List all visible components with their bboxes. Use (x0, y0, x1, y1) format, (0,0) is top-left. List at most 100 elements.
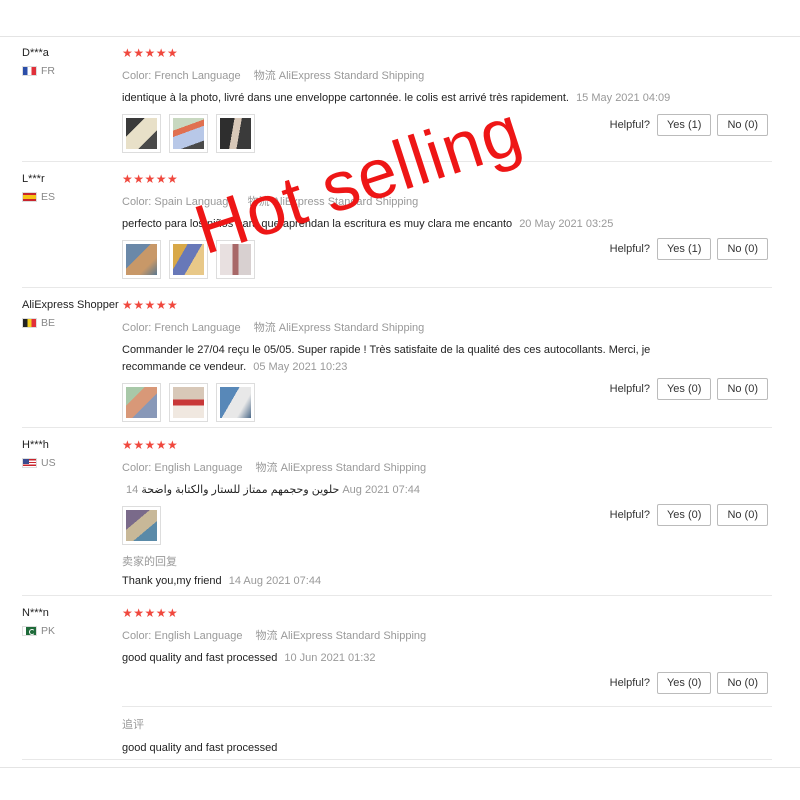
helpful-yes-button[interactable]: Yes (0) (656, 504, 712, 526)
helpful-yes-button[interactable]: Yes (0) (656, 378, 712, 400)
shipping-method: AliExpress Standard Shipping (272, 196, 419, 208)
helpful-yes-button[interactable]: Yes (1) (656, 238, 712, 260)
photo-image (173, 387, 204, 418)
shipping-label: 物流 (255, 630, 278, 642)
reviewer-name: N***n (22, 607, 49, 619)
helpful-no-button[interactable]: No (0) (717, 504, 768, 526)
star-rating: ★★★★★ (122, 438, 179, 452)
shipping-method: AliExpress Standard Shipping (280, 630, 427, 642)
country-code: BE (41, 317, 56, 329)
reviewer-country: PK (22, 625, 122, 637)
review-text: Commander le 27/04 reçu le 05/05. Super … (122, 344, 651, 373)
color-value: Spain Language (154, 196, 235, 208)
helpful-voting: Helpful? Yes (1) No (0) (610, 114, 768, 136)
photo-image (126, 387, 157, 418)
review-photo-thumbnail[interactable] (169, 240, 208, 279)
followup-label: 追评 (122, 719, 144, 731)
helpful-voting: Helpful? Yes (0) No (0) (610, 378, 768, 400)
shipping-method: AliExpress Standard Shipping (278, 322, 425, 334)
review-date: 15 May 2021 04:09 (576, 92, 671, 104)
color-value: French Language (154, 322, 241, 334)
seller-reply-label: 卖家的回复 (122, 556, 177, 568)
shipping-label: 物流 (247, 196, 270, 208)
reviewer-info: L***r ES (22, 172, 122, 203)
shipping-method: AliExpress Standard Shipping (280, 462, 427, 474)
helpful-yes-button[interactable]: Yes (0) (656, 672, 712, 694)
photo-image (126, 510, 157, 541)
reviewer-info: D***a FR (22, 46, 122, 77)
review-content: ★★★★★ Color: French Language 物流 AliExpre… (122, 46, 682, 153)
country-code: FR (41, 65, 55, 77)
review-date: 05 May 2021 10:23 (253, 361, 348, 373)
country-code: US (41, 457, 56, 469)
review-photo-thumbnail[interactable] (216, 240, 255, 279)
reviewer-country: US (22, 457, 122, 469)
color-label: Color: (122, 322, 152, 334)
followup-review: 追评 good quality and fast processed (122, 716, 682, 754)
review-photo-thumbnail[interactable] (169, 114, 208, 153)
reviewer-info: AliExpress Shopper BE (22, 298, 122, 329)
helpful-voting: Helpful? Yes (0) No (0) (610, 504, 768, 526)
helpful-no-button[interactable]: No (0) (717, 378, 768, 400)
review-photo-thumbnail[interactable] (216, 383, 255, 422)
review-text-line: حلوين وحجمهم ممتاز للستار والكتابة واضحة… (122, 482, 682, 499)
reviewer-country: ES (22, 191, 122, 203)
review-meta: Color: Spain Language 物流 AliExpress Stan… (122, 193, 682, 209)
helpful-yes-button[interactable]: Yes (1) (656, 114, 712, 136)
flag-pk-icon (22, 626, 37, 636)
review-photos (122, 506, 682, 545)
review-meta: Color: French Language 物流 AliExpress Sta… (122, 319, 682, 335)
helpful-no-button[interactable]: No (0) (717, 114, 768, 136)
review-photo-thumbnail[interactable] (122, 383, 161, 422)
reviewer-name: AliExpress Shopper (22, 299, 119, 311)
review-photo-thumbnail[interactable] (216, 114, 255, 153)
helpful-label: Helpful? (609, 383, 650, 395)
star-rating: ★★★★★ (122, 172, 179, 186)
flag-us-icon (22, 458, 37, 468)
helpful-no-button[interactable]: No (0) (717, 672, 768, 694)
review-photos (122, 240, 682, 279)
review-text-line: Commander le 27/04 reçu le 05/05. Super … (122, 342, 662, 376)
reviewer-name: D***a (22, 47, 49, 59)
country-code: ES (41, 191, 56, 203)
color-value: English Language (154, 630, 243, 642)
seller-reply-text: Thank you,my friend (122, 575, 222, 587)
followup-divider (122, 706, 772, 707)
review-photos (122, 114, 682, 153)
seller-reply-date: 14 Aug 2021 07:44 (228, 575, 322, 587)
review-photo-thumbnail[interactable] (122, 114, 161, 153)
review-date: 10 Jun 2021 01:32 (284, 652, 376, 664)
review-text: perfecto para los niños para que aprenda… (122, 218, 513, 230)
review-photo-thumbnail[interactable] (169, 383, 208, 422)
review-text-line: identique à la photo, livré dans une env… (122, 90, 682, 107)
review-text-line: good quality and fast processed 10 Jun 2… (122, 650, 682, 667)
review-photo-thumbnail[interactable] (122, 240, 161, 279)
star-rating: ★★★★★ (122, 46, 179, 60)
star-rating: ★★★★★ (122, 298, 179, 312)
helpful-no-button[interactable]: No (0) (717, 238, 768, 260)
color-label: Color: (122, 462, 152, 474)
photo-image (220, 118, 251, 149)
review-meta: Color: English Language 物流 AliExpress St… (122, 627, 682, 643)
shipping-label: 物流 (253, 70, 276, 82)
review-item: D***a FR ★★★★★ Color: French Language 物流… (22, 46, 772, 162)
reviewer-name: L***r (22, 173, 45, 185)
followup-text: good quality and fast processed (122, 742, 278, 754)
shipping-label: 物流 (255, 462, 278, 474)
review-item: L***r ES ★★★★★ Color: Spain Language 物流 … (22, 172, 772, 288)
color-value: French Language (154, 70, 241, 82)
color-label: Color: (122, 196, 152, 208)
color-label: Color: (122, 70, 152, 82)
seller-reply-line: Thank you,my friend 14 Aug 2021 07:44 (122, 575, 682, 587)
country-code: PK (41, 625, 56, 637)
review-meta: Color: French Language 物流 AliExpress Sta… (122, 67, 682, 83)
color-label: Color: (122, 630, 152, 642)
helpful-label: Helpful? (609, 509, 650, 521)
review-photo-thumbnail[interactable] (122, 506, 161, 545)
review-item: H***h US ★★★★★ Color: English Language 物… (22, 438, 772, 596)
photo-image (126, 118, 157, 149)
review-content: ★★★★★ Color: English Language 物流 AliExpr… (122, 606, 682, 667)
review-content: ★★★★★ Color: Spain Language 物流 AliExpres… (122, 172, 682, 279)
helpful-voting: Helpful? Yes (0) No (0) (610, 672, 768, 694)
flag-be-icon (22, 318, 37, 328)
